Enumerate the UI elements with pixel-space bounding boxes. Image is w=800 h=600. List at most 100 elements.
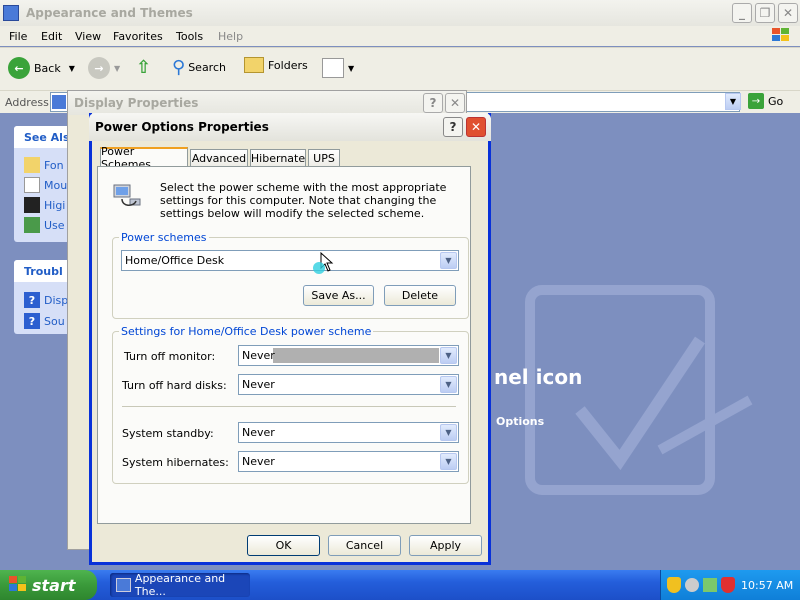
trouble-item-label: Disp	[44, 293, 69, 307]
trouble-item-display[interactable]: ? Disp	[24, 292, 68, 308]
dialog-title-bar[interactable]: Power Options Properties ? ✕	[89, 113, 491, 141]
tab-hibernate[interactable]: Hibernate	[250, 149, 306, 167]
dialog-description: Select the power scheme with the most ap…	[160, 181, 447, 220]
tab-label: Advanced	[191, 152, 247, 165]
shield-alert-icon[interactable]	[721, 577, 735, 593]
system-standby-label: System standby:	[122, 427, 214, 440]
options-link[interactable]: Options	[496, 415, 544, 428]
display-help-button[interactable]: ?	[423, 93, 443, 113]
chevron-down-icon: ▼	[440, 424, 457, 441]
dialog-title: Power Options Properties	[95, 120, 269, 134]
turn-off-hard-disks-select[interactable]: Never ▼	[238, 374, 459, 395]
help-icon: ?	[24, 292, 40, 308]
display-close-button[interactable]: ✕	[445, 93, 465, 113]
see-also-title[interactable]: See Als	[24, 131, 70, 144]
windows-logo-icon	[770, 26, 796, 46]
restore-button[interactable]: ❐	[755, 3, 775, 23]
dialog-close-button[interactable]: ✕	[466, 117, 486, 137]
menu-file[interactable]: File	[9, 30, 27, 43]
forward-arrow-icon: →	[88, 57, 110, 79]
menu-edit[interactable]: Edit	[41, 30, 62, 43]
views-icon	[322, 58, 344, 78]
system-tray: 10:57 AM	[660, 570, 800, 600]
turn-off-hard-disks-value: Never	[242, 378, 275, 391]
system-hibernates-select[interactable]: Never ▼	[238, 451, 459, 472]
clock[interactable]: 10:57 AM	[741, 579, 793, 592]
up-folder-icon[interactable]: ⇧	[136, 57, 158, 79]
windows-flag-icon	[9, 575, 27, 595]
start-button[interactable]: start	[0, 570, 97, 600]
tab-label: UPS	[313, 152, 335, 165]
turn-off-monitor-select[interactable]: Never ▼	[238, 345, 459, 366]
search-label: Search	[188, 61, 226, 74]
menu-help[interactable]: Help	[218, 30, 243, 43]
delete-button[interactable]: Delete	[384, 285, 456, 306]
menu-favorites[interactable]: Favorites	[113, 30, 163, 43]
back-arrow-icon: ←	[8, 57, 30, 79]
system-standby-select[interactable]: Never ▼	[238, 422, 459, 443]
explorer-title-bar[interactable]: Appearance and Themes _ ❐ ✕	[0, 0, 800, 26]
network-icon[interactable]	[685, 578, 699, 592]
system-hibernates-value: Never	[242, 455, 275, 468]
ok-button[interactable]: OK	[247, 535, 320, 556]
tab-ups[interactable]: UPS	[308, 149, 340, 167]
tab-advanced[interactable]: Advanced	[190, 149, 248, 167]
see-also-item-label: Mou	[44, 178, 68, 192]
folder-icon	[3, 5, 19, 21]
dialog-help-button[interactable]: ?	[443, 117, 463, 137]
task-folder-icon	[116, 578, 131, 592]
system-hibernates-label: System hibernates:	[122, 456, 229, 469]
back-dropdown-icon[interactable]: ▼	[69, 64, 75, 73]
chevron-down-icon: ▼	[440, 376, 457, 393]
task-label: Appearance and The...	[134, 572, 226, 598]
menu-tools[interactable]: Tools	[176, 30, 203, 43]
forward-dropdown-icon[interactable]: ▼	[114, 64, 120, 73]
see-also-item-label: Higi	[44, 198, 66, 212]
turn-off-monitor-highlight	[273, 348, 439, 363]
turn-off-hard-disks-label: Turn off hard disks:	[122, 379, 227, 392]
chevron-down-icon: ▼	[440, 347, 457, 364]
trouble-item-label: Sou	[44, 314, 65, 328]
turn-off-monitor-label: Turn off monitor:	[124, 350, 216, 363]
cursor-highlight	[313, 262, 325, 274]
see-also-item-label: Use	[44, 218, 65, 232]
see-also-item-label: Fon	[44, 158, 64, 172]
power-scheme-select[interactable]: Home/Office Desk ▼	[121, 250, 459, 271]
mouse-icon	[24, 177, 40, 193]
theme-watermark	[510, 250, 760, 530]
menu-view[interactable]: View	[75, 30, 101, 43]
search-button[interactable]: ⚲ Search	[172, 57, 226, 78]
folders-button[interactable]: Folders	[244, 57, 308, 73]
see-also-item-fonts[interactable]: Fon	[24, 157, 64, 173]
connection-icon[interactable]	[703, 578, 717, 592]
go-button[interactable]: → Go	[748, 93, 783, 109]
minimize-button[interactable]: _	[732, 3, 752, 23]
back-button[interactable]: ← Back ▼	[8, 57, 75, 79]
power-scheme-icon	[112, 181, 144, 211]
delete-label: Delete	[401, 289, 439, 302]
see-also-item-user-accounts[interactable]: Use	[24, 217, 65, 233]
see-also-item-high-contrast[interactable]: Higi	[24, 197, 65, 213]
forward-button[interactable]: → ▼	[88, 57, 120, 79]
display-properties-title: Display Properties	[74, 96, 199, 110]
cancel-button[interactable]: Cancel	[328, 535, 401, 556]
address-dropdown-button[interactable]: ▼	[725, 93, 741, 110]
search-icon: ⚲	[172, 57, 186, 78]
see-also-item-mouse[interactable]: Mou	[24, 177, 67, 193]
go-label: Go	[768, 94, 784, 108]
chevron-down-icon: ▼	[440, 252, 457, 269]
system-standby-value: Never	[242, 426, 275, 439]
security-shield-icon[interactable]	[667, 577, 681, 593]
start-label: start	[32, 575, 76, 595]
save-as-button[interactable]: Save As...	[303, 285, 374, 306]
apply-button[interactable]: Apply	[409, 535, 482, 556]
close-button[interactable]: ✕	[778, 3, 798, 23]
display-properties-title-bar[interactable]: Display Properties ? ✕	[52, 91, 466, 115]
troubleshooters-title[interactable]: Troubl	[24, 265, 63, 278]
trouble-item-sound[interactable]: ? Sou	[24, 313, 65, 329]
views-button[interactable]: ▼	[322, 58, 354, 78]
views-dropdown-icon: ▼	[348, 63, 355, 73]
tab-power-schemes[interactable]: Power Schemes	[100, 145, 188, 171]
taskbar-task-button[interactable]: Appearance and The...	[110, 572, 250, 598]
go-arrow-icon: →	[748, 93, 764, 109]
